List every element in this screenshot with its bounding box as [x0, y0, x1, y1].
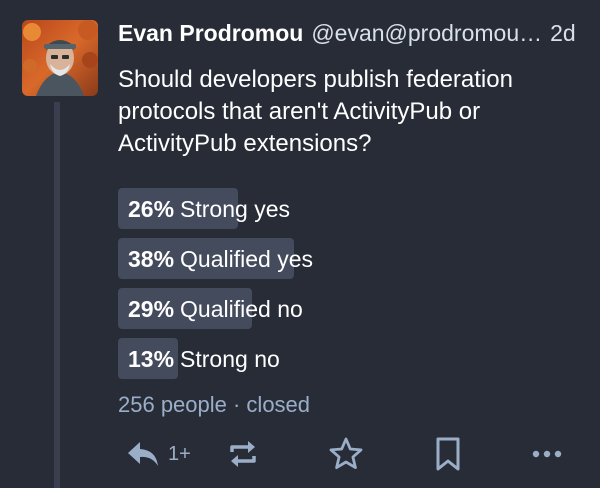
- favourite-icon: [329, 437, 363, 469]
- favourite-button[interactable]: [328, 428, 364, 480]
- poll-footer: 256 people · closed: [118, 392, 311, 417]
- relative-time[interactable]: 2d: [550, 20, 576, 47]
- poll-option: 29% Qualified no: [118, 288, 578, 329]
- thread-line: [54, 102, 60, 488]
- status-header: Evan Prodromou @evan@prodromou… 2d: [118, 20, 580, 50]
- poll-option-text: 26% Strong yes: [128, 188, 290, 229]
- poll-option: 38% Qualified yes: [118, 238, 578, 279]
- more-icon: [532, 450, 562, 458]
- avatar-image: [22, 20, 98, 96]
- poll-percent: 26%: [128, 196, 175, 222]
- poll-option-text: 38% Qualified yes: [128, 238, 313, 279]
- status-content: Should developers publish federation pro…: [118, 66, 513, 157]
- poll-percent: 38%: [128, 246, 175, 272]
- poll-percent: 13%: [128, 346, 175, 372]
- reply-button[interactable]: 1+: [126, 428, 191, 480]
- boost-button[interactable]: [226, 428, 260, 480]
- poll-option-label: Qualified no: [180, 296, 303, 322]
- poll-option-label: Strong yes: [180, 196, 290, 222]
- more-button[interactable]: [532, 428, 562, 480]
- action-bar: 1+: [118, 428, 578, 480]
- poll: 26% Strong yes 38% Qualified yes 29% Qualif…: [118, 188, 578, 388]
- display-name[interactable]: Evan Prodromou: [118, 20, 303, 47]
- poll-option: 13% Strong no: [118, 338, 578, 379]
- reply-count: 1+: [168, 442, 191, 465]
- poll-option: 26% Strong yes: [118, 188, 578, 229]
- poll-option-text: 13% Strong no: [128, 338, 280, 379]
- boost-icon: [230, 441, 256, 467]
- bookmark-button[interactable]: [434, 428, 462, 480]
- poll-percent: 29%: [128, 296, 175, 322]
- reply-icon: [128, 442, 158, 466]
- poll-option-text: 29% Qualified no: [128, 288, 303, 329]
- account-handle[interactable]: @evan@prodromou…: [311, 20, 542, 47]
- avatar[interactable]: [22, 20, 98, 96]
- bookmark-icon: [436, 437, 460, 471]
- poll-option-label: Qualified yes: [180, 246, 314, 272]
- poll-option-label: Strong no: [180, 346, 280, 372]
